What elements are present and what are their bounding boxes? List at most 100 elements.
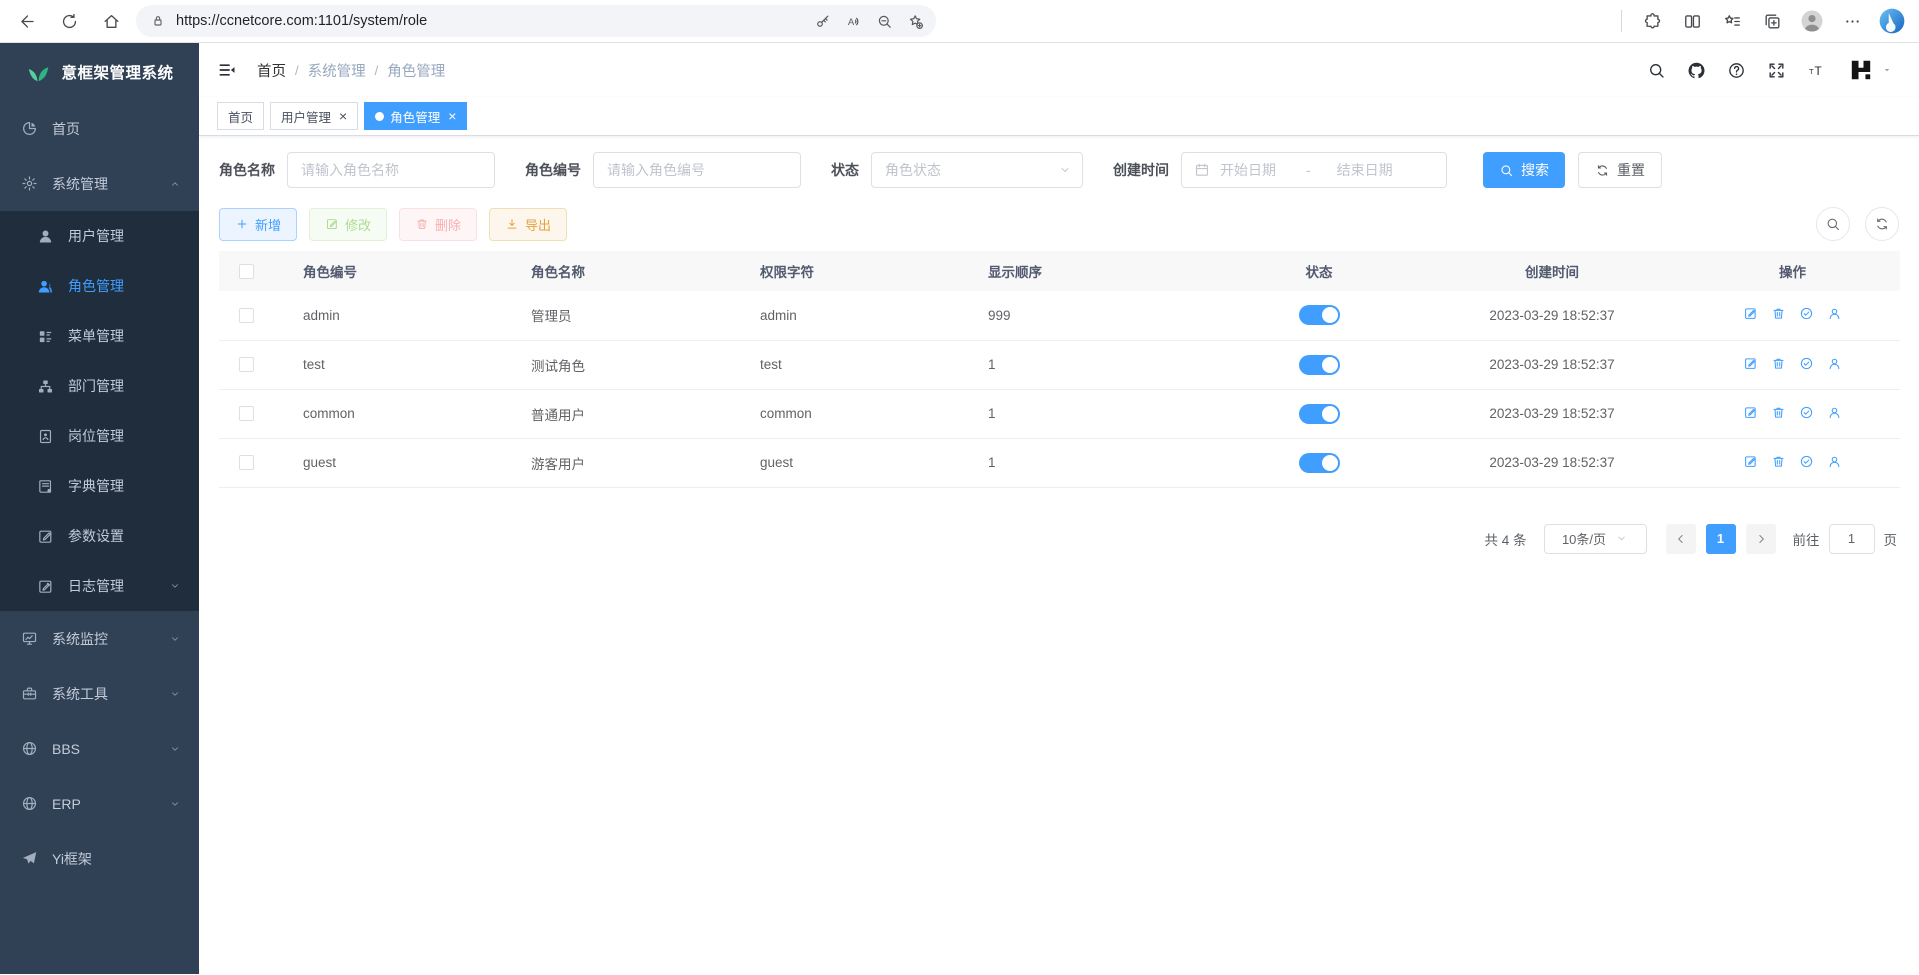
tab-role-management[interactable]: 角色管理× [364, 102, 467, 130]
row-checkbox[interactable] [239, 406, 254, 421]
url-bar[interactable]: https://ccnetcore.com:1101/system/role A [136, 5, 936, 37]
row-checkbox[interactable] [239, 357, 254, 372]
browser-more-button[interactable] [1835, 4, 1869, 38]
column-header: 权限字符 [734, 251, 962, 291]
browser-copilot-button[interactable] [1875, 4, 1909, 38]
sidebar-item-user-management[interactable]: 用户管理 [0, 211, 199, 261]
user-menu[interactable] [1848, 57, 1893, 83]
column-header: 角色编号 [277, 251, 505, 291]
delete-button[interactable]: 删除 [399, 208, 477, 241]
header-question-button[interactable] [1727, 61, 1746, 80]
role-name-input[interactable] [287, 152, 495, 188]
header-search-button[interactable] [1647, 61, 1666, 80]
edit-icon [1743, 306, 1758, 321]
close-tab-icon[interactable]: × [448, 109, 456, 123]
status-select[interactable]: 角色状态 [871, 152, 1083, 188]
chevron-down-icon [169, 743, 181, 755]
sidebar-item-system-monitor[interactable]: 系统监控 [0, 611, 199, 666]
data-scope-icon [1799, 306, 1814, 321]
row-assign-user-button[interactable] [1827, 306, 1842, 321]
page-size-select[interactable]: 10条/页 [1544, 524, 1647, 554]
start-date-placeholder[interactable]: 开始日期 [1220, 160, 1276, 180]
sidebar-item-bbs[interactable]: BBS [0, 721, 199, 776]
reset-button[interactable]: 重置 [1578, 152, 1662, 188]
url-text[interactable]: https://ccnetcore.com:1101/system/role [176, 13, 808, 29]
tab-user-management[interactable]: 用户管理× [270, 102, 358, 130]
collapse-sidebar-button[interactable] [217, 60, 237, 80]
row-edit-button[interactable] [1743, 405, 1758, 420]
page-button[interactable]: 1 [1706, 524, 1736, 554]
tab-home[interactable]: 首页 [217, 102, 264, 130]
status-toggle[interactable] [1299, 355, 1340, 375]
status-toggle[interactable] [1299, 305, 1340, 325]
show-search-button[interactable] [1816, 207, 1850, 241]
zoom-out-button[interactable] [870, 7, 899, 36]
sidebar-item-menu-management[interactable]: 菜单管理 [0, 311, 199, 361]
sidebar-item-home[interactable]: 首页 [0, 101, 199, 156]
end-date-placeholder[interactable]: 结束日期 [1337, 160, 1393, 180]
sidebar-item-dict-management[interactable]: 字典管理 [0, 461, 199, 511]
row-edit-button[interactable] [1743, 454, 1758, 469]
delete-icon [1771, 405, 1786, 420]
cell-order: 999 [962, 291, 1219, 340]
browser-extensions-button[interactable] [1635, 4, 1669, 38]
browser-refresh-button[interactable] [52, 4, 86, 38]
header-fullscreen-button[interactable] [1767, 61, 1786, 80]
date-range-picker[interactable]: 开始日期 - 结束日期 [1181, 152, 1447, 188]
breadcrumb-item[interactable]: 角色管理 [387, 60, 445, 81]
header-font-size-button[interactable]: TT [1807, 61, 1826, 80]
sidebar-item-system-management[interactable]: 系统管理 [0, 156, 199, 211]
row-edit-button[interactable] [1743, 306, 1758, 321]
row-delete-button[interactable] [1771, 356, 1786, 371]
prev-page-button[interactable] [1666, 524, 1696, 554]
breadcrumb-item[interactable]: 系统管理 [308, 60, 366, 81]
row-assign-user-button[interactable] [1827, 405, 1842, 420]
sidebar-item-post-management[interactable]: 岗位管理 [0, 411, 199, 461]
browser-favorites-bar-button[interactable] [1715, 4, 1749, 38]
row-delete-button[interactable] [1771, 306, 1786, 321]
edit-button[interactable]: 修改 [309, 208, 387, 241]
sidebar-item-role-management[interactable]: 角色管理 [0, 261, 199, 311]
favorite-add-button[interactable] [901, 7, 930, 36]
sidebar-item-param-settings[interactable]: 参数设置 [0, 511, 199, 561]
row-data-scope-button[interactable] [1799, 454, 1814, 469]
breadcrumb-item[interactable]: 首页 [257, 60, 286, 81]
add-button[interactable]: 新增 [219, 208, 297, 241]
sidebar-item-erp[interactable]: ERP [0, 776, 199, 831]
read-aloud-button[interactable]: A [839, 7, 868, 36]
next-page-button[interactable] [1746, 524, 1776, 554]
browser-home-button[interactable] [94, 4, 128, 38]
row-checkbox[interactable] [239, 308, 254, 323]
row-data-scope-button[interactable] [1799, 306, 1814, 321]
status-toggle[interactable] [1299, 404, 1340, 424]
browser-back-button[interactable] [10, 4, 44, 38]
sidebar-item-log-management[interactable]: 日志管理 [0, 561, 199, 611]
refresh-table-button[interactable] [1865, 207, 1899, 241]
pagination: 共 4 条 10条/页 1 前往 页 [219, 524, 1899, 554]
goto-page-input[interactable] [1829, 524, 1875, 554]
browser-split-screen-button[interactable] [1675, 4, 1709, 38]
row-delete-button[interactable] [1771, 454, 1786, 469]
row-delete-button[interactable] [1771, 405, 1786, 420]
browser-profile-button[interactable] [1795, 4, 1829, 38]
header-github-button[interactable] [1687, 61, 1706, 80]
collections-icon [1763, 12, 1782, 31]
status-toggle[interactable] [1299, 453, 1340, 473]
row-data-scope-button[interactable] [1799, 405, 1814, 420]
row-checkbox[interactable] [239, 455, 254, 470]
select-all-checkbox[interactable] [239, 264, 254, 279]
search-button[interactable]: 搜索 [1483, 152, 1565, 188]
sidebar-item-system-tools[interactable]: 系统工具 [0, 666, 199, 721]
sidebar-item-dept-management[interactable]: 部门管理 [0, 361, 199, 411]
role-code-input[interactable] [593, 152, 801, 188]
sidebar-item-yi-framework[interactable]: Yi框架 [0, 831, 199, 886]
key-button[interactable] [808, 7, 837, 36]
close-tab-icon[interactable]: × [339, 109, 347, 123]
row-assign-user-button[interactable] [1827, 454, 1842, 469]
row-edit-button[interactable] [1743, 356, 1758, 371]
export-button[interactable]: 导出 [489, 208, 567, 241]
row-assign-user-button[interactable] [1827, 356, 1842, 371]
row-data-scope-button[interactable] [1799, 356, 1814, 371]
browser-collections-button[interactable] [1755, 4, 1789, 38]
data-scope-icon [1799, 356, 1814, 371]
